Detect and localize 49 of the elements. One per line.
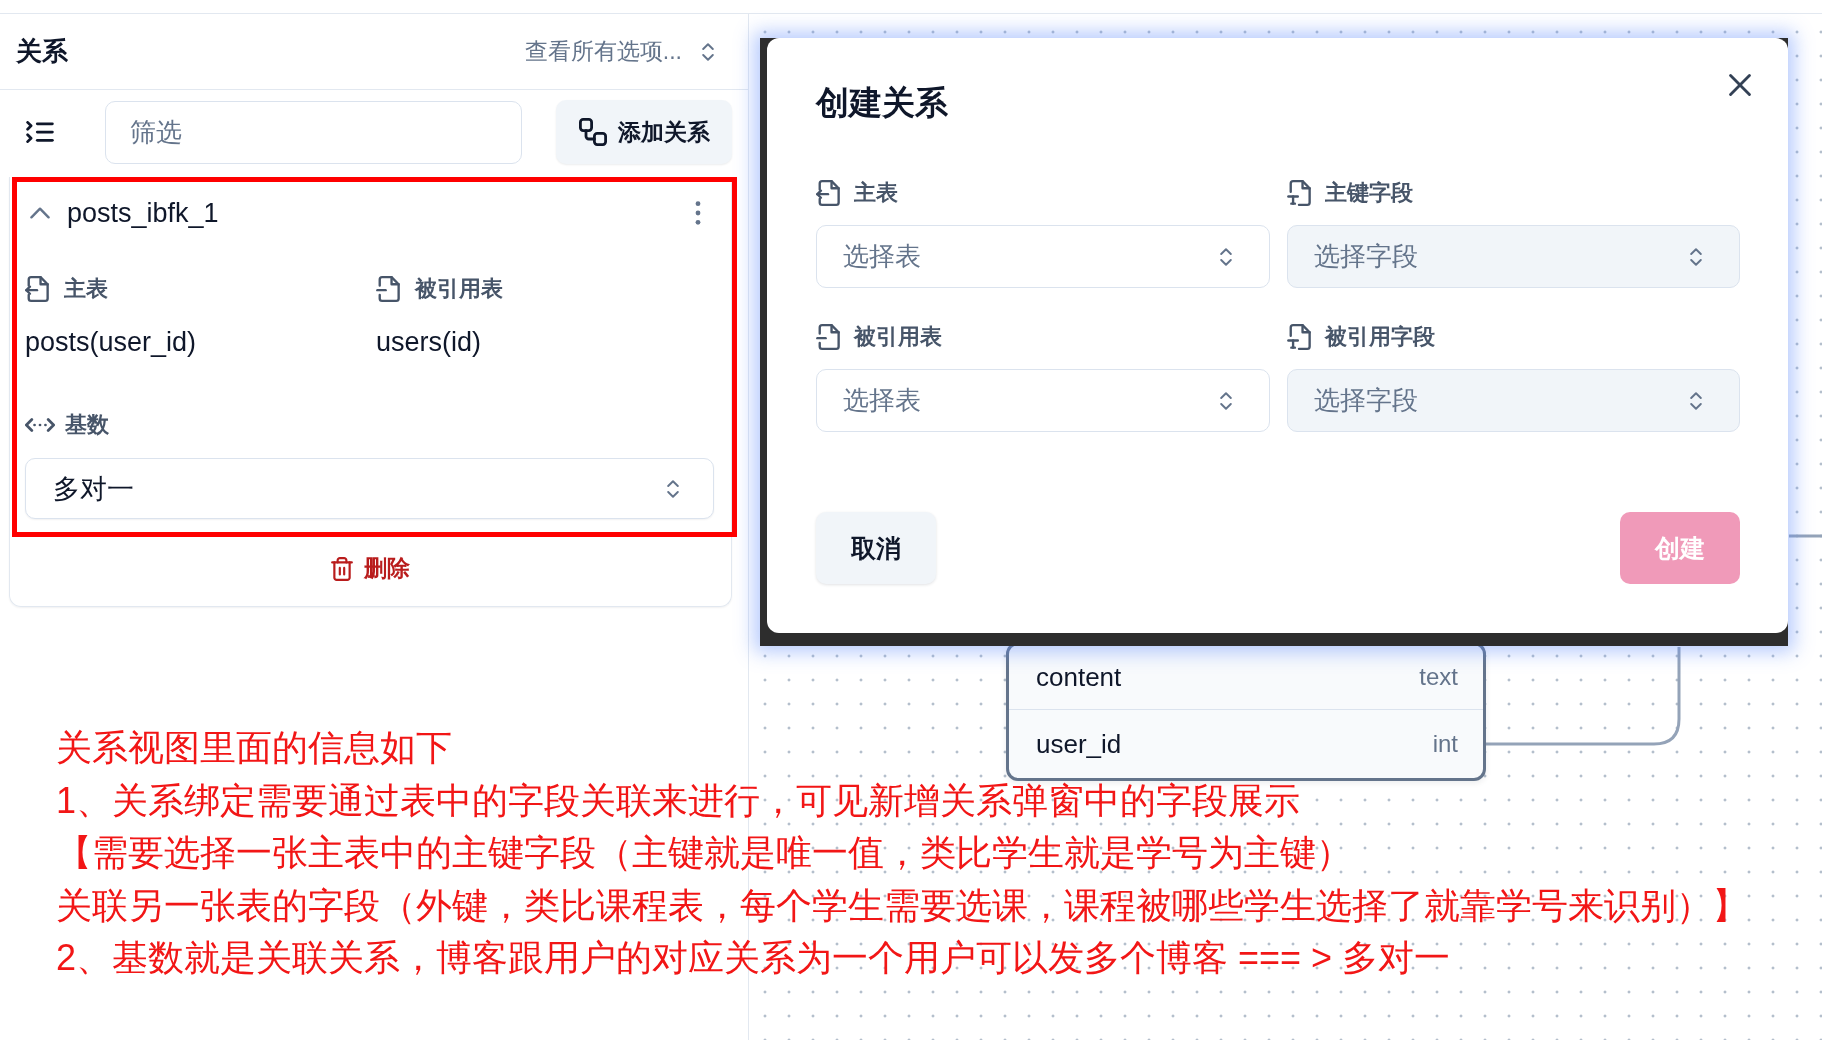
column-name: user_id xyxy=(1036,728,1122,760)
file-minus-icon xyxy=(376,276,400,302)
linked-squares-icon xyxy=(578,118,607,146)
more-options-icon[interactable] xyxy=(695,201,701,225)
close-icon[interactable] xyxy=(1729,74,1751,96)
cancel-button[interactable]: 取消 xyxy=(816,512,936,584)
field-label: 主表 xyxy=(854,179,898,207)
add-relation-button[interactable]: 添加关系 xyxy=(556,100,732,164)
annotation-text: 【需要选择一张主表中的主键字段（主键就是唯一值，类比学生就是学号为主键） xyxy=(56,831,1352,875)
field-value: posts(user_id) xyxy=(25,326,197,359)
left-right-ellipsis-icon xyxy=(25,418,55,432)
up-down-chevron-icon xyxy=(1219,391,1232,410)
chevron-up-icon[interactable] xyxy=(30,207,50,219)
column-type: int xyxy=(1432,730,1458,758)
view-select[interactable]: 查看所有选项... xyxy=(524,36,714,67)
panel-title: 关系 xyxy=(16,35,68,68)
file-arrow-icon xyxy=(25,276,49,302)
relation-edge xyxy=(1789,534,1822,538)
field-label: 主键字段 xyxy=(1324,179,1413,207)
annotation-text: 关系视图里面的信息如下 xyxy=(56,726,452,770)
up-down-chevron-icon xyxy=(1690,391,1702,410)
up-down-chevron-icon xyxy=(1219,247,1232,266)
annotation-text: 关联另一张表的字段（外键，类比课程表，每个学生需要选课，课程被哪些学生选择了就靠学号来识别）】 xyxy=(56,883,1748,928)
field-label: 被引用字段 xyxy=(1324,323,1435,351)
up-down-chevron-icon xyxy=(1690,247,1702,266)
trash-icon xyxy=(331,556,353,581)
field-label: 被引用表 xyxy=(415,275,503,303)
field-value: users(id) xyxy=(376,326,482,359)
cardinality-select[interactable]: 多对一 xyxy=(25,458,714,519)
filter-field[interactable]: 筛选 xyxy=(105,100,522,164)
up-down-chevron-icon xyxy=(702,42,714,61)
up-down-chevron-icon xyxy=(667,479,679,498)
file-t-icon xyxy=(1286,180,1311,206)
table-select[interactable]: 选择表 xyxy=(816,369,1270,432)
table-select[interactable]: 选择表 xyxy=(816,225,1270,288)
annotation-text: 1、关系绑定需要通过表中的字段关联来进行，可见新增关系弹窗中的字段展示 xyxy=(56,778,1301,823)
relation-name: posts_ibfk_1 xyxy=(67,197,219,229)
collapse-list-icon[interactable] xyxy=(26,121,54,143)
annotation-text: 2、基数就是关联关系，博客跟用户的对应关系为一个用户可以发多个博客 === > 多对一 xyxy=(56,936,1451,980)
column-type: text xyxy=(1419,663,1458,691)
delete-button[interactable]: 删除 xyxy=(323,547,418,590)
dialog-title: 创建关系 xyxy=(816,83,948,123)
field-label: 主表 xyxy=(64,275,108,303)
column-name: content xyxy=(1036,661,1122,693)
field-label: 基数 xyxy=(65,411,109,439)
file-arrow-icon xyxy=(816,180,840,206)
field-label: 被引用表 xyxy=(854,323,942,351)
file-t-icon xyxy=(1286,324,1311,350)
file-minus-icon xyxy=(816,324,840,350)
